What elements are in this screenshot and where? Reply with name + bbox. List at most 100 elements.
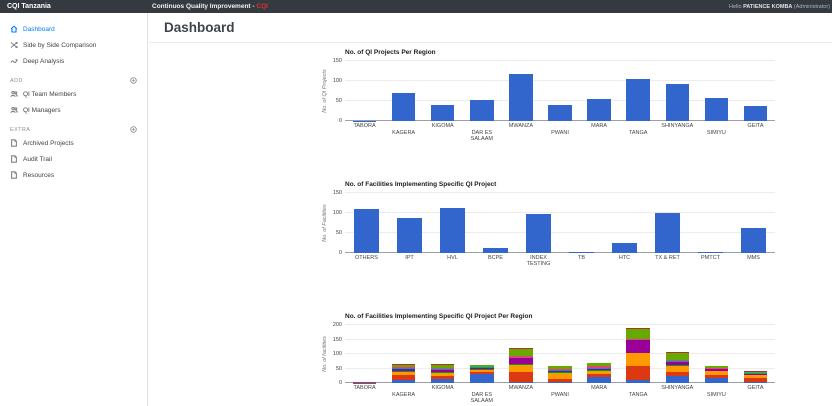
bar[interactable] (525, 214, 552, 253)
trend-up-icon (10, 59, 18, 64)
category-label-text: IPT (405, 255, 414, 261)
bar[interactable] (740, 227, 767, 253)
bar[interactable] (568, 252, 595, 253)
bar-group (462, 61, 501, 121)
category-label: DAR ES SALAAM (462, 392, 501, 406)
user-greeting[interactable]: Hello PATIENCE KOMBA (Administrator) (729, 4, 832, 10)
bar-group (501, 61, 540, 121)
bar-segment-others[interactable] (509, 381, 533, 383)
bar-group (462, 325, 501, 383)
category-label: SIMIYU (697, 130, 736, 148)
sidebar-section-add: ADD (0, 69, 147, 86)
bar[interactable] (396, 218, 423, 253)
bar-segment-others[interactable] (665, 375, 690, 383)
home-icon (10, 25, 18, 33)
bar[interactable] (548, 105, 572, 121)
bar-group (732, 193, 775, 253)
x-axis-labels: TABORA KAGERA KIGOMA DAR ES SALAAM MWANZA PWA… (345, 385, 775, 406)
category-label-text: SIMIYU (706, 130, 726, 136)
bar[interactable] (743, 106, 768, 121)
bar[interactable] (391, 93, 416, 121)
bar[interactable] (431, 104, 455, 121)
bar-segment-tx-ret[interactable] (626, 328, 650, 339)
section-label: EXTRA (10, 126, 31, 133)
divider (149, 42, 832, 43)
bar-group (658, 61, 697, 121)
bar[interactable] (587, 98, 611, 121)
bars-container (345, 61, 775, 121)
sidebar-item-qi-managers[interactable]: Archived Projects QI Managers (0, 102, 147, 118)
category-label-text: DAR ES SALAAM (470, 130, 493, 143)
bar-group (345, 193, 388, 253)
sidebar-item-label: Deep Analysis (23, 57, 65, 65)
bar-group (697, 61, 736, 121)
bar-segment-ipt[interactable] (626, 366, 650, 380)
category-label: SHINYANGA (658, 385, 697, 403)
y-tick-label: 100 (332, 351, 342, 357)
x-axis-labels: OTHERS IPT HVL BCPE INDEX TESTING TB HTC TX & R… (345, 255, 775, 273)
sidebar-item-label: QI Team Members (23, 90, 77, 98)
sidebar-item-qi-team-members[interactable]: QI Team Members (0, 86, 147, 102)
category-label: SHINYANGA (658, 123, 697, 141)
bar-segment-others[interactable] (587, 377, 611, 383)
plus-circle-icon[interactable] (130, 77, 137, 84)
category-label: KAGERA (384, 392, 423, 406)
plot-area: 0 50 100 150 (333, 58, 775, 124)
bar-segment-hvl[interactable] (626, 353, 650, 367)
chart-facilities-per-project-per-region: No. of Facilities Implementing Specific … (317, 313, 775, 406)
category-label-text: DAR ES SALAAM (470, 392, 493, 405)
bar[interactable] (439, 207, 466, 253)
sidebar-item-side-by-side-comparison[interactable]: Side by Side Comparison (0, 37, 147, 53)
bar-segment-tx-ret[interactable] (509, 348, 533, 357)
sidebar-item-audit-trail[interactable]: Audit Trail (0, 151, 147, 167)
greeting-prefix: Hello (729, 3, 744, 10)
page-title: Dashboard (164, 20, 235, 35)
bar[interactable] (611, 243, 638, 253)
sidebar-item-dashboard[interactable]: Dashboard (0, 21, 147, 37)
category-label-text: BCPE (488, 255, 503, 261)
bar-segment-others[interactable] (391, 379, 416, 383)
y-axis-title: No. of Facilities (322, 204, 328, 242)
sidebar-item-archived-projects[interactable]: Archived Projects (0, 135, 147, 151)
bar-segment-others[interactable] (626, 379, 650, 383)
bar-segment-others[interactable] (470, 373, 494, 383)
y-tick-label: 150 (332, 336, 342, 343)
bar-segment-others[interactable] (548, 381, 572, 383)
file-icon (11, 171, 17, 179)
bar-segment-others[interactable] (431, 379, 455, 383)
plus-circle-icon[interactable] (130, 126, 137, 133)
category-label: MWANZA (501, 123, 540, 141)
category-label: KIGOMA (423, 123, 462, 141)
sidebar-item-label: Dashboard (23, 25, 55, 33)
bar[interactable] (665, 83, 690, 121)
charts-column: No. of QI Projects Per Region No. of QI … (149, 49, 832, 406)
chart-facilities-per-project: No. of Facilities Implementing Specific … (317, 181, 775, 273)
sidebar-item-resources[interactable]: Resources (0, 167, 147, 183)
bar-group (560, 193, 603, 253)
category-label: OTHERS (345, 255, 388, 273)
bar[interactable] (509, 74, 533, 121)
sidebar-item-label: QI Managers (23, 106, 61, 114)
bar[interactable] (353, 208, 380, 253)
category-label-text: INDEX TESTING (526, 255, 551, 268)
bar-group (540, 325, 579, 383)
bar[interactable] (626, 78, 650, 121)
bar-segment-others[interactable] (743, 382, 768, 383)
bar[interactable] (704, 97, 729, 121)
bar[interactable] (470, 99, 494, 121)
bar[interactable] (482, 248, 509, 253)
bar-segment-hvl[interactable] (509, 364, 533, 372)
bar-group (345, 61, 384, 121)
bar-group (345, 325, 384, 383)
bar[interactable] (654, 212, 681, 253)
category-label-text: GEITA (747, 385, 764, 391)
bar-group (388, 193, 431, 253)
category-label: MWANZA (501, 385, 540, 403)
bar-segment-others[interactable] (704, 377, 729, 383)
category-label: PWANI (540, 130, 579, 148)
bar-segment-index-testing[interactable] (626, 340, 650, 353)
bar-group (423, 61, 462, 121)
bar-segment-ipt[interactable] (509, 371, 533, 382)
sidebar-item-deep-analysis[interactable]: Deep Analysis (0, 53, 147, 69)
bar[interactable] (697, 252, 724, 253)
